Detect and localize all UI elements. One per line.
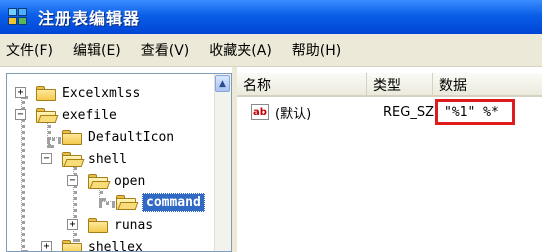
folder-icon	[87, 217, 109, 234]
menu-favorites[interactable]: 收藏夹(A)	[209, 40, 272, 60]
vertical-scrollbar[interactable]: ▲	[214, 74, 231, 251]
list-header: 名称 类型 数据	[237, 73, 542, 97]
value-list-pane: 名称 类型 数据 ab (默认) REG_SZ "%1" %*	[237, 67, 542, 252]
tree-item-exefile[interactable]: − exefile	[7, 104, 117, 126]
title-bar[interactable]: 注册表编辑器	[0, 0, 542, 34]
folder-icon	[61, 239, 83, 251]
tree-item-shellex[interactable]: + shellex	[7, 236, 143, 252]
tree-item-label: Excelxmlss	[62, 85, 141, 101]
column-header-type[interactable]: 类型	[367, 73, 433, 97]
tree-item-label: shell	[88, 151, 128, 167]
tree-item-defaulticon[interactable]: DefaultIcon	[61, 126, 174, 148]
tree-line	[47, 137, 61, 141]
expand-toggle[interactable]: +	[67, 219, 78, 230]
tree-item-excelxmlss[interactable]: + Excelxmlss	[7, 82, 140, 104]
collapse-toggle[interactable]: −	[15, 109, 26, 120]
value-name: (默认)	[275, 106, 312, 122]
tree-item-label: DefaultIcon	[88, 129, 175, 145]
menu-edit[interactable]: 编辑(E)	[73, 40, 121, 60]
open-folder-icon	[61, 151, 85, 168]
tree-line	[99, 201, 115, 205]
tree-item-open[interactable]: − open	[7, 170, 145, 192]
collapse-toggle[interactable]: −	[67, 175, 78, 186]
scroll-up-button[interactable]: ▲	[215, 75, 230, 92]
value-data-highlight: "%1" %*	[435, 99, 515, 125]
window-title: 注册表编辑器	[38, 9, 141, 28]
string-value-icon: ab	[251, 104, 269, 120]
tree-item-label: open	[114, 173, 146, 189]
chevron-up-icon: ▲	[219, 78, 226, 89]
open-folder-icon	[115, 194, 139, 211]
menu-view[interactable]: 查看(V)	[141, 40, 190, 60]
tree-item-runas[interactable]: + runas	[7, 214, 153, 236]
tree-item-label: shellex	[88, 239, 143, 252]
registry-editor-window: 注册表编辑器 文件(F) 编辑(E) 查看(V) 收藏夹(A) 帮助(H) + …	[0, 0, 542, 252]
tree-item-command[interactable]: command	[115, 191, 205, 213]
column-header-name[interactable]: 名称	[237, 73, 367, 97]
key-tree-pane[interactable]: + Excelxmlss − exefile DefaultIcon − she…	[6, 73, 232, 252]
menu-file[interactable]: 文件(F)	[6, 40, 53, 60]
tree-item-shell[interactable]: − shell	[7, 148, 127, 170]
open-folder-icon	[35, 107, 59, 124]
main-content: + Excelxmlss − exefile DefaultIcon − she…	[0, 67, 542, 252]
menu-help[interactable]: 帮助(H)	[292, 40, 341, 60]
collapse-toggle[interactable]: −	[41, 153, 52, 164]
tree-item-label: exefile	[62, 107, 117, 123]
folder-icon	[35, 85, 57, 102]
value-data: "%1" %*	[444, 104, 499, 120]
registry-value-row[interactable]: ab (默认) REG_SZ "%1" %*	[237, 99, 542, 125]
registry-editor-icon	[6, 6, 32, 28]
expand-toggle[interactable]: +	[15, 87, 26, 98]
open-folder-icon	[87, 173, 111, 190]
tree-item-label-selected: command	[142, 192, 205, 212]
expand-toggle[interactable]: +	[41, 241, 52, 251]
folder-icon	[61, 129, 83, 146]
menu-bar: 文件(F) 编辑(E) 查看(V) 收藏夹(A) 帮助(H)	[0, 34, 542, 67]
column-header-data[interactable]: 数据	[433, 73, 542, 97]
tree-item-label: runas	[114, 217, 154, 233]
